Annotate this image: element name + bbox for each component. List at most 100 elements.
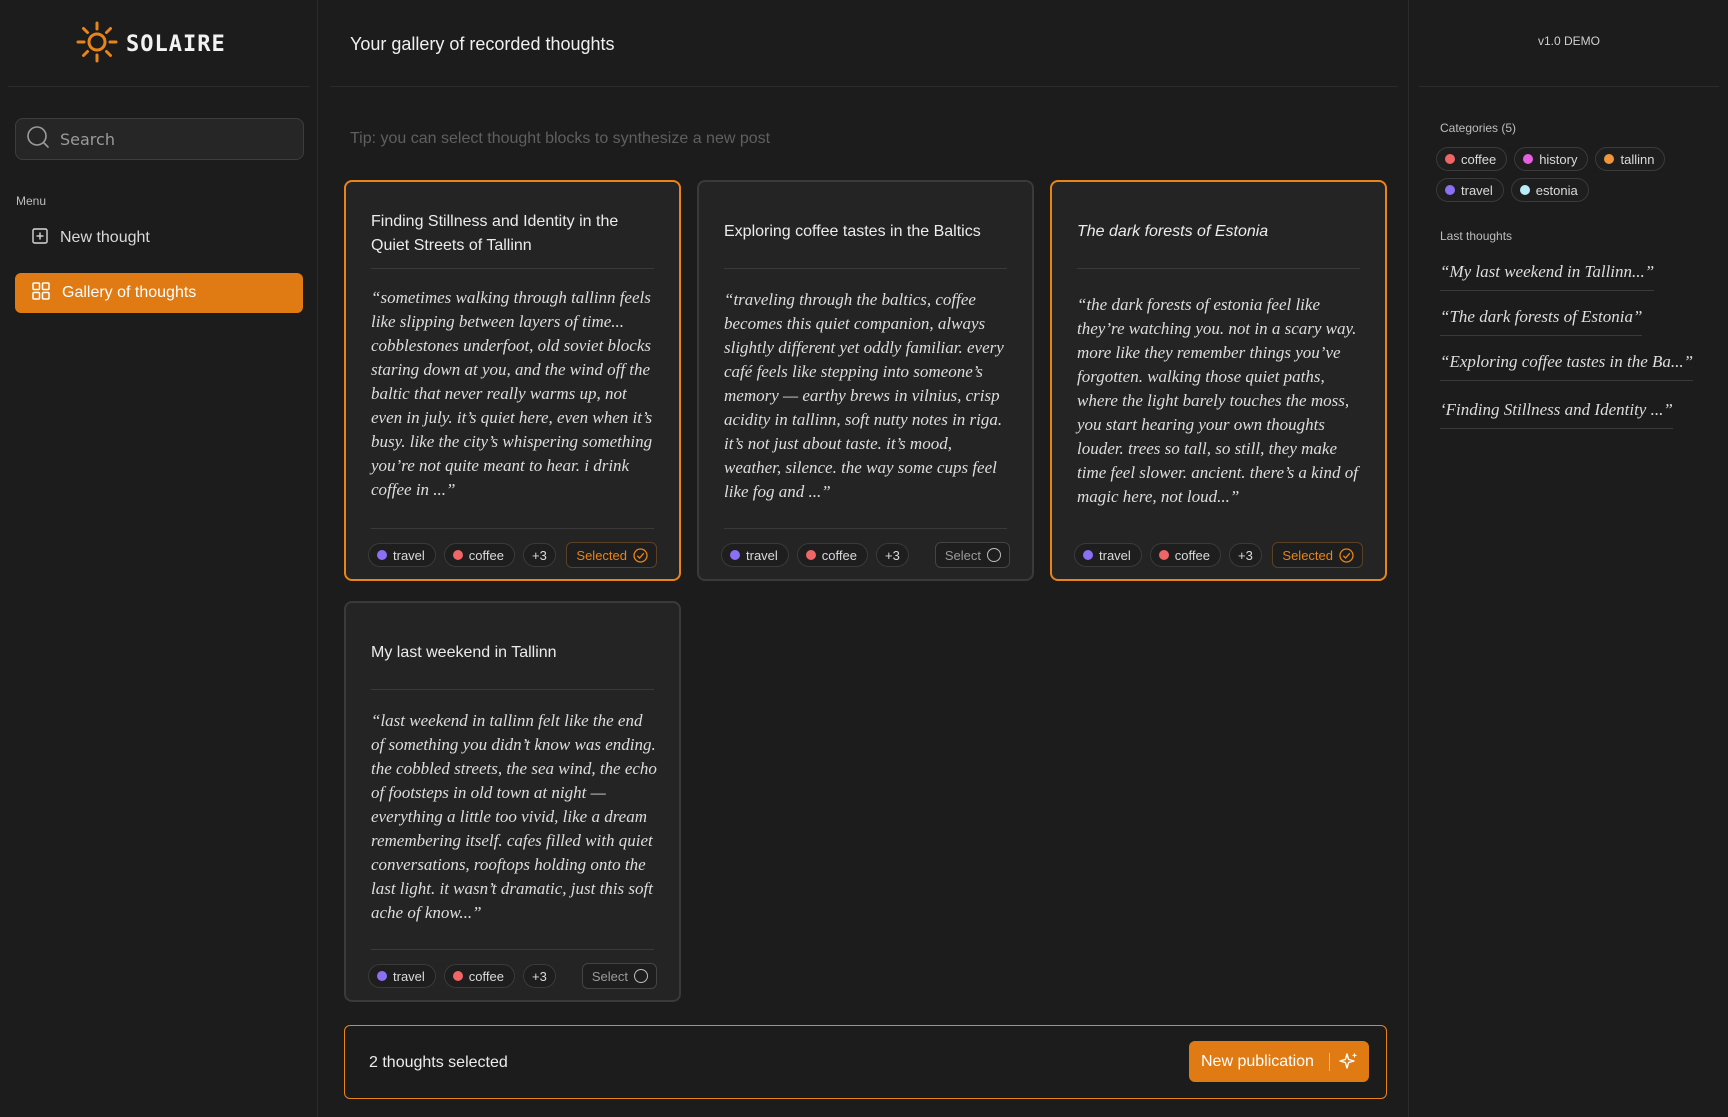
divider [371,689,654,690]
plus-square-icon [32,227,48,249]
brand-name: SOLAIRE [126,31,226,57]
select-label: Select [591,968,628,984]
category-tallinn[interactable]: tallinn [1595,147,1666,171]
divider [1077,268,1360,269]
page-title: Your gallery of recorded thoughts [350,34,615,54]
grid-icon [32,281,50,305]
tag-label: coffee [468,547,504,563]
thought-card[interactable]: Exploring coffee tastes in the Baltics “… [697,180,1034,581]
tag-travel[interactable]: travel [368,964,436,988]
coffee-dot-icon [452,971,463,981]
tag-more[interactable]: +3 [875,543,909,567]
select-label: Select [944,547,981,563]
tag-travel[interactable]: travel [1074,543,1142,567]
tag-label: coffee [821,547,857,563]
category-label: history [1539,151,1578,167]
category-estonia[interactable]: estonia [1510,178,1589,202]
travel-dot-icon [377,550,387,560]
select-toggle[interactable]: Selected [1272,542,1363,568]
category-history[interactable]: history [1514,147,1589,171]
nav-item-gallery[interactable]: Gallery of thoughts [15,273,303,313]
thought-card[interactable]: The dark forests of Estonia “the dark fo… [1050,180,1387,581]
divider [8,86,310,87]
coffee-dot-icon [805,550,816,560]
new-publication-button[interactable]: New publication [1189,1041,1369,1082]
tip-text: Tip: you can select thought blocks to sy… [350,130,771,147]
divider [1419,86,1719,87]
select-label: Selected [1282,547,1333,563]
menu-label: Menu [16,194,47,208]
brand-logo[interactable]: SOLAIRE [76,21,226,66]
select-toggle[interactable]: Select [934,542,1010,568]
tag-coffee[interactable]: coffee [443,543,515,567]
card-footer: travel coffee +3 Selected [368,542,657,568]
card-title: Exploring coffee tastes in the Baltics [724,223,981,240]
select-toggle[interactable]: Selected [566,542,657,568]
thought-card[interactable]: Finding Stillness and Identity in the Qu… [344,180,681,581]
divider [724,528,1007,529]
tag-label: travel [393,547,425,563]
selection-count: 2 thoughts selected [369,1054,508,1071]
check-circle-icon [633,547,648,563]
card-footer: travel coffee +3 Select [368,963,657,989]
coffee-dot-icon [1158,550,1169,560]
divider [1329,1053,1330,1071]
tag-label: travel [1099,547,1131,563]
circle-icon [634,969,648,983]
travel-dot-icon [1445,185,1455,195]
divider [371,528,654,529]
divider [330,86,1398,87]
card-footer: travel coffee +3 Select [721,542,1010,568]
category-list: coffee history tallinn travel estonia [1436,147,1676,202]
travel-dot-icon [1083,550,1093,560]
tag-coffee[interactable]: coffee [1149,543,1221,567]
card-excerpt: “traveling through the baltics, coffee b… [724,290,1004,501]
card-excerpt: “last weekend in tallinn felt like the e… [371,711,657,922]
coffee-dot-icon [452,550,463,560]
selection-bar: 2 thoughts selected New publication [344,1025,1387,1099]
sparkle-icon [1339,1051,1359,1076]
tag-label: coffee [1174,547,1210,563]
tag-coffee[interactable]: coffee [796,543,868,567]
thought-card[interactable]: My last weekend in Tallinn “last weekend… [344,601,681,1002]
last-thoughts-label: Last thoughts [1440,229,1513,243]
right-panel: v1.0 DEMO Categories (5) coffee history … [1408,0,1728,1117]
tag-more[interactable]: +3 [1228,543,1262,567]
coffee-dot-icon [1445,154,1455,164]
publish-label: New publication [1201,1052,1314,1070]
category-label: tallinn [1620,151,1655,167]
circle-icon [987,548,1001,562]
search-input[interactable] [60,129,280,149]
travel-dot-icon [377,971,387,981]
card-excerpt: “the dark forests of estonia feel like t… [1077,295,1358,506]
check-circle-icon [1339,547,1354,563]
last-thought-item[interactable]: “The dark forests of Estonia” [1440,307,1643,336]
divider [724,268,1007,269]
version-label: v1.0 DEMO [1538,34,1601,48]
search-icon [26,125,50,154]
tag-label: travel [746,547,778,563]
nav-item-label: New thought [60,229,150,246]
card-title: The dark forests of Estonia [1077,223,1269,240]
tag-more[interactable]: +3 [522,964,556,988]
history-dot-icon [1523,154,1534,164]
last-thought-item[interactable]: “Exploring coffee tastes in the Ba...” [1440,352,1694,381]
category-travel[interactable]: travel [1436,178,1504,202]
tag-travel[interactable]: travel [721,543,789,567]
nav-item-new-thought[interactable]: New thought [15,218,303,258]
category-coffee[interactable]: coffee [1436,147,1508,171]
select-toggle[interactable]: Select [581,963,657,989]
last-thought-item[interactable]: ‘Finding Stillness and Identity ...” [1440,400,1673,429]
tag-travel[interactable]: travel [368,543,436,567]
tag-coffee[interactable]: coffee [443,964,515,988]
estonia-dot-icon [1519,185,1530,195]
card-title: Finding Stillness and Identity in the Qu… [371,213,619,254]
last-thought-item[interactable]: “My last weekend in Tallinn...” [1440,262,1655,291]
category-label: estonia [1535,182,1578,198]
travel-dot-icon [730,550,740,560]
search-box[interactable] [15,118,304,160]
divider [371,268,654,269]
categories-label: Categories (5) [1440,121,1517,135]
tag-more[interactable]: +3 [522,543,556,567]
category-label: coffee [1461,151,1497,167]
